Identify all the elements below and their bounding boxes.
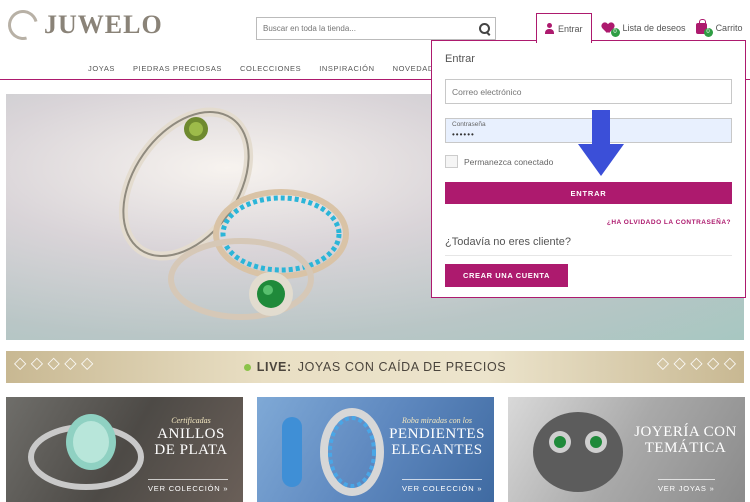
search-icon[interactable]: [473, 18, 495, 39]
promo-title-line2: TEMÁTICA: [644, 439, 727, 456]
live-indicator-icon: [243, 363, 251, 371]
promo-title-line1: PENDIENTES: [389, 426, 485, 443]
cart-label: Carrito: [715, 23, 743, 33]
promo-title-line2: ELEGANTES: [391, 442, 483, 459]
nav-item-colecciones[interactable]: COLECCIONES: [240, 64, 301, 73]
divider: [445, 255, 732, 256]
wishlist-count-badge: 0: [610, 27, 620, 37]
login-submit-button[interactable]: ENTRAR: [445, 182, 732, 204]
email-field-wrapper: [445, 79, 732, 104]
search-input[interactable]: [257, 24, 473, 33]
promo-sub: Certificadas: [171, 416, 211, 425]
page: JUWELO Entrar 0 Lista de deseos 0 Carrit…: [0, 0, 750, 502]
search-bar: [256, 17, 496, 40]
logo-text: JUWELO: [44, 10, 163, 39]
nav-item-joyas[interactable]: JOYAS: [88, 64, 115, 73]
promo-card-themed[interactable]: JOYERÍA CON TEMÁTICA VER JOYAS »: [508, 397, 745, 502]
password-label: Contraseña: [452, 121, 486, 128]
cart-link[interactable]: 0 Carrito: [695, 18, 743, 37]
logo[interactable]: JUWELO: [2, 4, 163, 46]
earrings-image: [282, 408, 384, 496]
promo-cta[interactable]: VER JOYAS »: [658, 479, 715, 493]
remember-checkbox[interactable]: [445, 155, 458, 168]
ring-image: [28, 414, 144, 490]
email-field[interactable]: [446, 80, 731, 103]
diamond-decoration-right-icon: ◇ ◇ ◇ ◇ ◇: [656, 355, 736, 372]
arrow-down-icon: [578, 110, 624, 176]
live-label: LIVE:: [256, 360, 292, 374]
promo-card-rings[interactable]: Certificadas ANILLOS DE PLATA VER COLECC…: [6, 397, 243, 502]
nav-item-inspiracion[interactable]: INSPIRACIÓN: [319, 64, 374, 73]
forgot-password-link[interactable]: ¿HA OLVIDADO LA CONTRASEÑA?: [607, 219, 731, 226]
promo-cta[interactable]: VER COLECCIÓN »: [402, 479, 483, 493]
promo-title-line1: ANILLOS: [157, 426, 225, 443]
live-banner-text: JOYAS CON CAÍDA DE PRECIOS: [297, 360, 507, 374]
promo-title-line2: DE PLATA: [154, 442, 228, 459]
create-account-button[interactable]: CREAR UNA CUENTA: [445, 264, 568, 287]
not-client-heading: ¿Todavía no eres cliente?: [445, 236, 571, 248]
login-title: Entrar: [445, 53, 475, 65]
logo-mark-icon: [2, 4, 44, 46]
live-banner[interactable]: ◇ ◇ ◇ ◇ ◇ LIVE: JOYAS CON CAÍDA DE PRECI…: [6, 351, 744, 383]
owl-ring-image: [533, 412, 623, 492]
password-value: ••••••: [452, 130, 475, 139]
diamond-decoration-left-icon: ◇ ◇ ◇ ◇ ◇: [14, 355, 94, 372]
promo-title-line1: JOYERÍA CON: [634, 424, 737, 440]
remember-me[interactable]: Permanezca conectado: [445, 155, 553, 168]
login-button[interactable]: Entrar: [536, 13, 592, 43]
user-icon: [545, 23, 554, 34]
login-label: Entrar: [558, 23, 583, 34]
promo-sub: Roba miradas con los: [402, 416, 472, 425]
cart-count-badge: 0: [703, 27, 713, 37]
promo-card-earrings[interactable]: Roba miradas con los PENDIENTES ELEGANTE…: [257, 397, 494, 502]
remember-label: Permanezca conectado: [464, 156, 554, 167]
header-actions: Entrar 0 Lista de deseos 0 Carrito: [536, 13, 743, 43]
nav-item-piedras-preciosas[interactable]: PIEDRAS PRECIOSAS: [133, 64, 222, 73]
wishlist-link[interactable]: 0 Lista de deseos: [602, 20, 686, 37]
promo-cta[interactable]: VER COLECCIÓN »: [148, 479, 229, 493]
wishlist-label: Lista de deseos: [622, 23, 686, 33]
